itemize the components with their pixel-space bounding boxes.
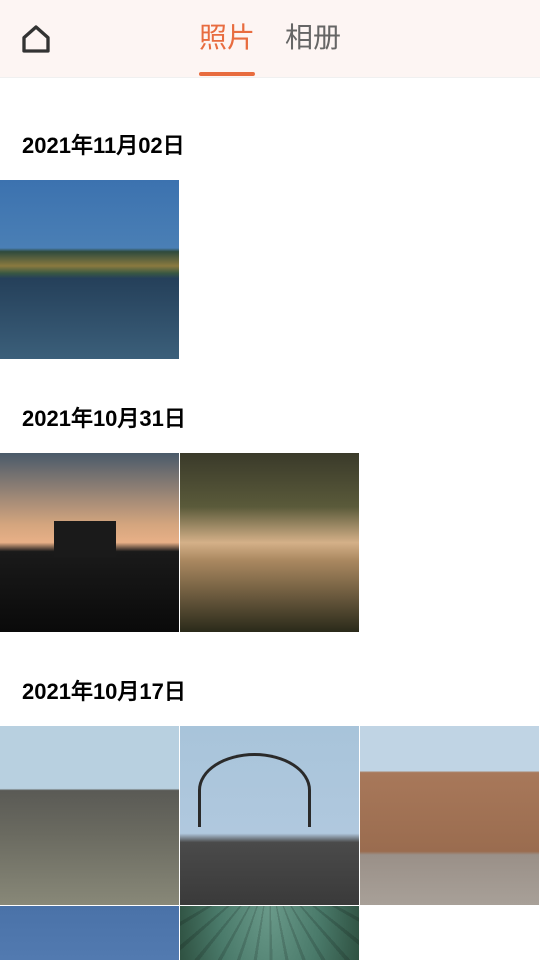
photo-thumbnail[interactable] <box>360 726 539 905</box>
photo-thumbnail[interactable] <box>180 726 359 905</box>
tab-albums[interactable]: 相册 <box>285 16 341 62</box>
header-bar: 照片 相册 <box>0 0 540 78</box>
main-content[interactable]: 2021年11月02日 2021年10月31日 2021年10月17日 <box>0 78 540 960</box>
date-label: 2021年10月17日 <box>0 632 540 726</box>
date-label: 2021年10月31日 <box>0 359 540 453</box>
header-tabs: 照片 相册 <box>199 16 341 62</box>
photo-thumbnail[interactable] <box>180 906 359 960</box>
tab-photos[interactable]: 照片 <box>199 16 255 62</box>
photo-thumbnail[interactable] <box>180 453 359 632</box>
photo-thumbnail[interactable] <box>0 726 179 905</box>
home-icon[interactable] <box>20 23 52 55</box>
photo-grid <box>0 453 540 632</box>
photo-thumbnail[interactable] <box>0 906 179 960</box>
photo-grid <box>0 180 540 359</box>
date-label: 2021年11月02日 <box>0 78 540 180</box>
photo-thumbnail[interactable] <box>0 453 179 632</box>
photo-grid <box>0 726 540 960</box>
photo-thumbnail[interactable] <box>0 180 179 359</box>
